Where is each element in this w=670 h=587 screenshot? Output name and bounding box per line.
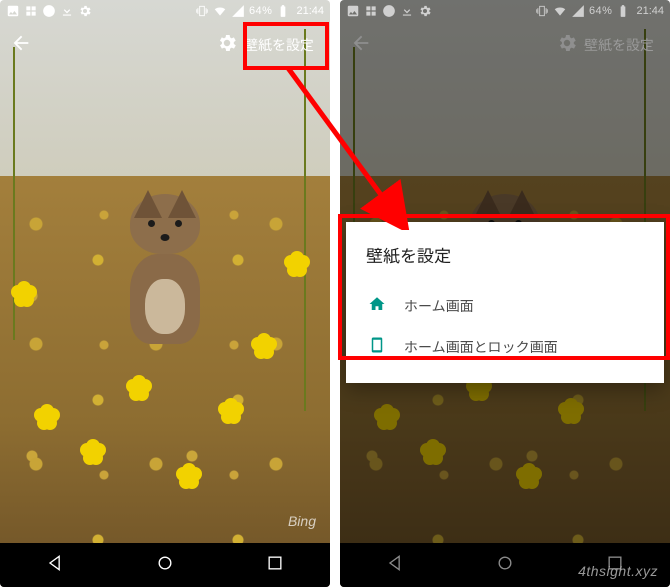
- image-icon: [6, 4, 20, 18]
- wifi-icon: [213, 4, 227, 18]
- copyright-icon: [382, 4, 396, 18]
- nav-back-button[interactable]: [385, 553, 405, 578]
- battery-text: 64%: [249, 5, 273, 17]
- android-nav-bar: [340, 543, 670, 587]
- clock-text: 21:44: [636, 5, 664, 17]
- battery-icon: [616, 4, 630, 18]
- download-icon: [400, 4, 414, 18]
- battery-text: 64%: [589, 5, 613, 17]
- nav-home-button[interactable]: [495, 553, 515, 578]
- settings-status-icon: [78, 4, 92, 18]
- wallpaper-subject-fox: [110, 194, 220, 344]
- set-wallpaper-dialog: 壁紙を設定 ホーム画面 ホーム画面とロック画面: [346, 222, 664, 383]
- phone-left: 64% 21:44 壁紙を設定 Bing: [0, 0, 330, 587]
- status-bar: 64% 21:44: [340, 0, 670, 22]
- dialog-option-home[interactable]: ホーム画面: [366, 285, 644, 326]
- signal-icon: [571, 4, 585, 18]
- settings-button[interactable]: [216, 32, 238, 59]
- dialog-option-label: ホーム画面とロック画面: [404, 337, 558, 357]
- nav-recent-button[interactable]: [605, 553, 625, 578]
- set-wallpaper-button[interactable]: 壁紙を設定: [578, 31, 660, 59]
- comparison-stage: 64% 21:44 壁紙を設定 Bing: [0, 0, 670, 587]
- dialog-option-home-and-lock[interactable]: ホーム画面とロック画面: [366, 326, 644, 367]
- dialog-option-label: ホーム画面: [404, 296, 474, 316]
- settings-button[interactable]: [556, 32, 578, 59]
- download-icon: [60, 4, 74, 18]
- vibrate-icon: [195, 4, 209, 18]
- set-wallpaper-button[interactable]: 壁紙を設定: [238, 31, 320, 59]
- phone-right: 64% 21:44 壁紙を設定 壁紙を設定 ホーム画面: [340, 0, 670, 587]
- settings-status-icon: [418, 4, 432, 18]
- back-button[interactable]: [10, 32, 32, 59]
- wallpaper-preview: [0, 0, 330, 587]
- dialog-title: 壁紙を設定: [366, 242, 644, 267]
- phone-icon: [368, 336, 386, 357]
- status-bar: 64% 21:44: [0, 0, 330, 22]
- nav-back-button[interactable]: [45, 553, 65, 578]
- app-bar: 壁紙を設定: [340, 22, 670, 68]
- android-nav-bar: [0, 543, 330, 587]
- bing-watermark: Bing: [288, 513, 316, 529]
- nav-recent-button[interactable]: [265, 553, 285, 578]
- image-icon: [346, 4, 360, 18]
- signal-icon: [231, 4, 245, 18]
- battery-icon: [276, 4, 290, 18]
- nav-home-button[interactable]: [155, 553, 175, 578]
- home-icon: [368, 295, 386, 316]
- copyright-icon: [42, 4, 56, 18]
- app-bar: 壁紙を設定: [0, 22, 330, 68]
- clock-text: 21:44: [296, 5, 324, 17]
- wifi-icon: [553, 4, 567, 18]
- back-button[interactable]: [350, 32, 372, 59]
- gallery-icon: [24, 4, 38, 18]
- vibrate-icon: [535, 4, 549, 18]
- gallery-icon: [364, 4, 378, 18]
